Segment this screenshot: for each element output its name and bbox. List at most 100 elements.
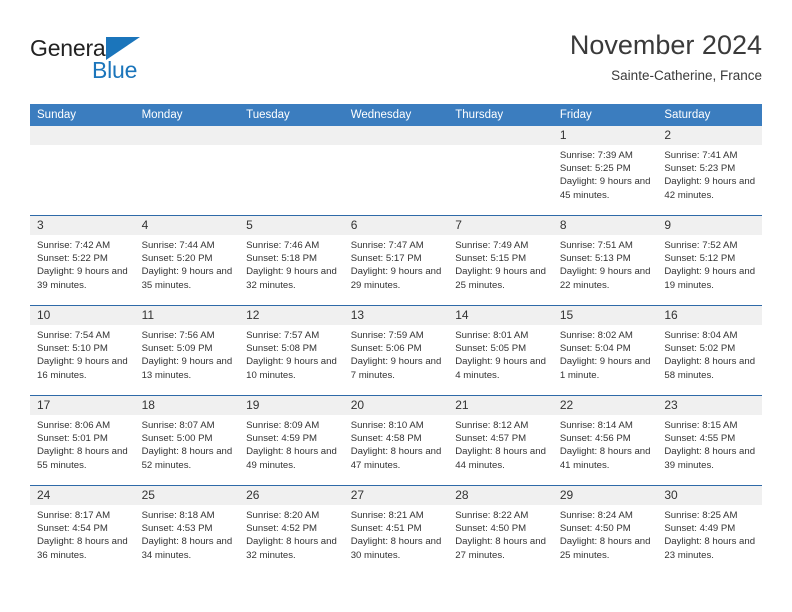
sunset-text: Sunset: 5:02 PM <box>664 343 736 355</box>
calendar-day-cell[interactable]: 4 Sunrise: 7:44 AM Sunset: 5:20 PM Daylight… <box>134 215 240 306</box>
weekday-header-thursday: Thursday <box>448 104 553 126</box>
calendar-day-cell[interactable] <box>448 126 553 216</box>
sunset-text: Sunset: 5:15 PM <box>455 253 527 265</box>
sunrise-text: Sunrise: 8:07 AM <box>141 420 215 431</box>
calendar-day-cell[interactable] <box>134 126 240 216</box>
daylight-text: Daylight: 9 hours and 4 minutes. <box>455 356 546 381</box>
calendar-day-cell[interactable]: 14 Sunrise: 8:01 AM Sunset: 5:05 PM Dayligh… <box>448 305 553 396</box>
sunset-text: Sunset: 5:05 PM <box>455 343 527 355</box>
day-info: Sunrise: 8:04 AM Sunset: 5:02 PM Daylight:… <box>657 325 762 382</box>
day-number: 20 <box>343 396 449 415</box>
day-number: 21 <box>448 396 553 415</box>
sunset-text: Sunset: 4:50 PM <box>455 523 527 535</box>
sunrise-text: Sunrise: 7:47 AM <box>350 240 424 251</box>
day-number: 15 <box>552 306 658 325</box>
brand-logo[interactable]: General Blue <box>30 34 250 90</box>
calendar-day-cell[interactable]: 28 Sunrise: 8:22 AM Sunset: 4:50 PM Dayligh… <box>448 485 553 575</box>
day-info: Sunrise: 7:49 AM Sunset: 5:15 PM Daylight:… <box>448 235 553 292</box>
calendar-day-cell[interactable]: 3 Sunrise: 7:42 AM Sunset: 5:22 PM Daylight… <box>30 215 135 306</box>
calendar-day-cell[interactable]: 19 Sunrise: 8:09 AM Sunset: 4:59 PM Dayligh… <box>239 395 344 486</box>
sunset-text: Sunset: 4:59 PM <box>246 433 318 445</box>
sunrise-text: Sunrise: 8:04 AM <box>664 330 738 341</box>
calendar-day-cell[interactable]: 5 Sunrise: 7:46 AM Sunset: 5:18 PM Daylight… <box>239 215 344 306</box>
day-info: Sunrise: 7:52 AM Sunset: 5:12 PM Daylight:… <box>657 235 762 292</box>
calendar-day-cell[interactable]: 11 Sunrise: 7:56 AM Sunset: 5:09 PM Dayligh… <box>134 305 240 396</box>
calendar-day-cell[interactable]: 22 Sunrise: 8:14 AM Sunset: 4:56 PM Dayligh… <box>552 395 658 486</box>
sunrise-text: Sunrise: 7:39 AM <box>559 150 633 161</box>
calendar-week-row: 24 Sunrise: 8:17 AM Sunset: 4:54 PM Dayligh… <box>30 485 762 575</box>
daylight-text: Daylight: 8 hours and 27 minutes. <box>455 536 546 561</box>
calendar-day-cell[interactable]: 23 Sunrise: 8:15 AM Sunset: 4:55 PM Dayligh… <box>657 395 762 486</box>
sunset-text: Sunset: 5:17 PM <box>350 253 422 265</box>
calendar-day-cell[interactable]: 8 Sunrise: 7:51 AM Sunset: 5:13 PM Daylight… <box>552 215 658 306</box>
calendar-day-cell[interactable]: 27 Sunrise: 8:21 AM Sunset: 4:51 PM Dayligh… <box>343 485 449 575</box>
calendar-day-cell[interactable]: 26 Sunrise: 8:20 AM Sunset: 4:52 PM Dayligh… <box>239 485 344 575</box>
sunset-text: Sunset: 5:18 PM <box>246 253 318 265</box>
day-number: 8 <box>552 216 658 235</box>
day-info <box>239 145 344 149</box>
day-number: 4 <box>134 216 240 235</box>
page-header: General Blue November 2024 Sainte-Cather… <box>30 28 762 96</box>
calendar-day-cell[interactable] <box>30 126 135 216</box>
calendar-day-cell[interactable] <box>343 126 449 216</box>
daylight-text: Daylight: 8 hours and 58 minutes. <box>664 356 756 381</box>
calendar-day-cell[interactable]: 25 Sunrise: 8:18 AM Sunset: 4:53 PM Dayligh… <box>134 485 240 575</box>
calendar-day-cell[interactable]: 12 Sunrise: 7:57 AM Sunset: 5:08 PM Dayligh… <box>239 305 344 396</box>
calendar-day-cell[interactable]: 6 Sunrise: 7:47 AM Sunset: 5:17 PM Daylight… <box>343 215 449 306</box>
sunrise-text: Sunrise: 8:24 AM <box>559 510 633 521</box>
sunrise-text: Sunrise: 8:06 AM <box>37 420 111 431</box>
daylight-text: Daylight: 9 hours and 45 minutes. <box>559 176 651 201</box>
calendar-week-row: 1 Sunrise: 7:39 AM Sunset: 5:25 PM Daylight… <box>30 126 762 216</box>
sunset-text: Sunset: 4:51 PM <box>350 523 422 535</box>
daylight-text: Daylight: 8 hours and 36 minutes. <box>37 536 128 561</box>
calendar-day-cell[interactable]: 21 Sunrise: 8:12 AM Sunset: 4:57 PM Dayligh… <box>448 395 553 486</box>
day-info: Sunrise: 7:47 AM Sunset: 5:17 PM Daylight:… <box>344 235 449 292</box>
sunset-text: Sunset: 5:01 PM <box>37 433 108 445</box>
sunrise-text: Sunrise: 8:09 AM <box>246 420 320 431</box>
sunrise-text: Sunrise: 8:18 AM <box>141 510 215 521</box>
daylight-text: Daylight: 8 hours and 47 minutes. <box>350 446 442 471</box>
day-info: Sunrise: 8:14 AM Sunset: 4:56 PM Daylight:… <box>553 415 658 472</box>
calendar-day-cell[interactable]: 13 Sunrise: 7:59 AM Sunset: 5:06 PM Dayligh… <box>343 305 449 396</box>
sunset-text: Sunset: 4:57 PM <box>455 433 527 445</box>
daylight-text: Daylight: 9 hours and 13 minutes. <box>141 356 233 381</box>
weekday-header-wednesday: Wednesday <box>343 104 449 126</box>
calendar-day-cell[interactable]: 9 Sunrise: 7:52 AM Sunset: 5:12 PM Daylight… <box>657 215 762 306</box>
sunrise-text: Sunrise: 8:15 AM <box>664 420 738 431</box>
sunset-text: Sunset: 5:23 PM <box>664 163 736 175</box>
day-number: 26 <box>239 486 344 505</box>
calendar-day-cell[interactable]: 17 Sunrise: 8:06 AM Sunset: 5:01 PM Dayligh… <box>30 395 135 486</box>
calendar-week-row: 17 Sunrise: 8:06 AM Sunset: 5:01 PM Dayligh… <box>30 395 762 486</box>
calendar-day-cell[interactable]: 2 Sunrise: 7:41 AM Sunset: 5:23 PM Daylight… <box>657 126 762 216</box>
sunset-text: Sunset: 5:20 PM <box>141 253 213 265</box>
daylight-text: Daylight: 9 hours and 42 minutes. <box>664 176 756 201</box>
calendar-week-row: 3 Sunrise: 7:42 AM Sunset: 5:22 PM Daylight… <box>30 215 762 306</box>
calendar-day-cell[interactable]: 1 Sunrise: 7:39 AM Sunset: 5:25 PM Daylight… <box>552 126 658 216</box>
day-number: 19 <box>239 396 344 415</box>
day-number: 2 <box>657 126 762 145</box>
day-info <box>448 145 553 149</box>
calendar-day-cell[interactable]: 30 Sunrise: 8:25 AM Sunset: 4:49 PM Dayligh… <box>657 485 762 575</box>
calendar-day-cell[interactable] <box>239 126 344 216</box>
day-info: Sunrise: 8:15 AM Sunset: 4:55 PM Daylight:… <box>657 415 762 472</box>
sunrise-text: Sunrise: 8:12 AM <box>455 420 529 431</box>
day-number: 13 <box>343 306 449 325</box>
sunrise-text: Sunrise: 7:59 AM <box>350 330 424 341</box>
calendar-day-cell[interactable]: 18 Sunrise: 8:07 AM Sunset: 5:00 PM Dayligh… <box>134 395 240 486</box>
day-info: Sunrise: 7:59 AM Sunset: 5:06 PM Daylight:… <box>344 325 449 382</box>
calendar-day-cell[interactable]: 7 Sunrise: 7:49 AM Sunset: 5:15 PM Daylight… <box>448 215 553 306</box>
calendar-day-cell[interactable]: 16 Sunrise: 8:04 AM Sunset: 5:02 PM Dayligh… <box>657 305 762 396</box>
day-number <box>343 126 449 145</box>
day-number: 22 <box>552 396 658 415</box>
calendar-week-row: 10 Sunrise: 7:54 AM Sunset: 5:10 PM Dayligh… <box>30 305 762 396</box>
calendar-day-cell[interactable]: 10 Sunrise: 7:54 AM Sunset: 5:10 PM Dayligh… <box>30 305 135 396</box>
sunrise-text: Sunrise: 8:14 AM <box>559 420 633 431</box>
calendar-day-cell[interactable]: 29 Sunrise: 8:24 AM Sunset: 4:50 PM Dayligh… <box>552 485 658 575</box>
calendar-day-cell[interactable]: 24 Sunrise: 8:17 AM Sunset: 4:54 PM Dayligh… <box>30 485 135 575</box>
day-number: 29 <box>552 486 658 505</box>
calendar-day-cell[interactable]: 20 Sunrise: 8:10 AM Sunset: 4:58 PM Dayligh… <box>343 395 449 486</box>
day-info: Sunrise: 7:54 AM Sunset: 5:10 PM Daylight:… <box>30 325 135 382</box>
calendar-day-cell[interactable]: 15 Sunrise: 8:02 AM Sunset: 5:04 PM Dayligh… <box>552 305 658 396</box>
sunrise-text: Sunrise: 7:42 AM <box>37 240 111 251</box>
daylight-text: Daylight: 9 hours and 32 minutes. <box>246 266 337 291</box>
